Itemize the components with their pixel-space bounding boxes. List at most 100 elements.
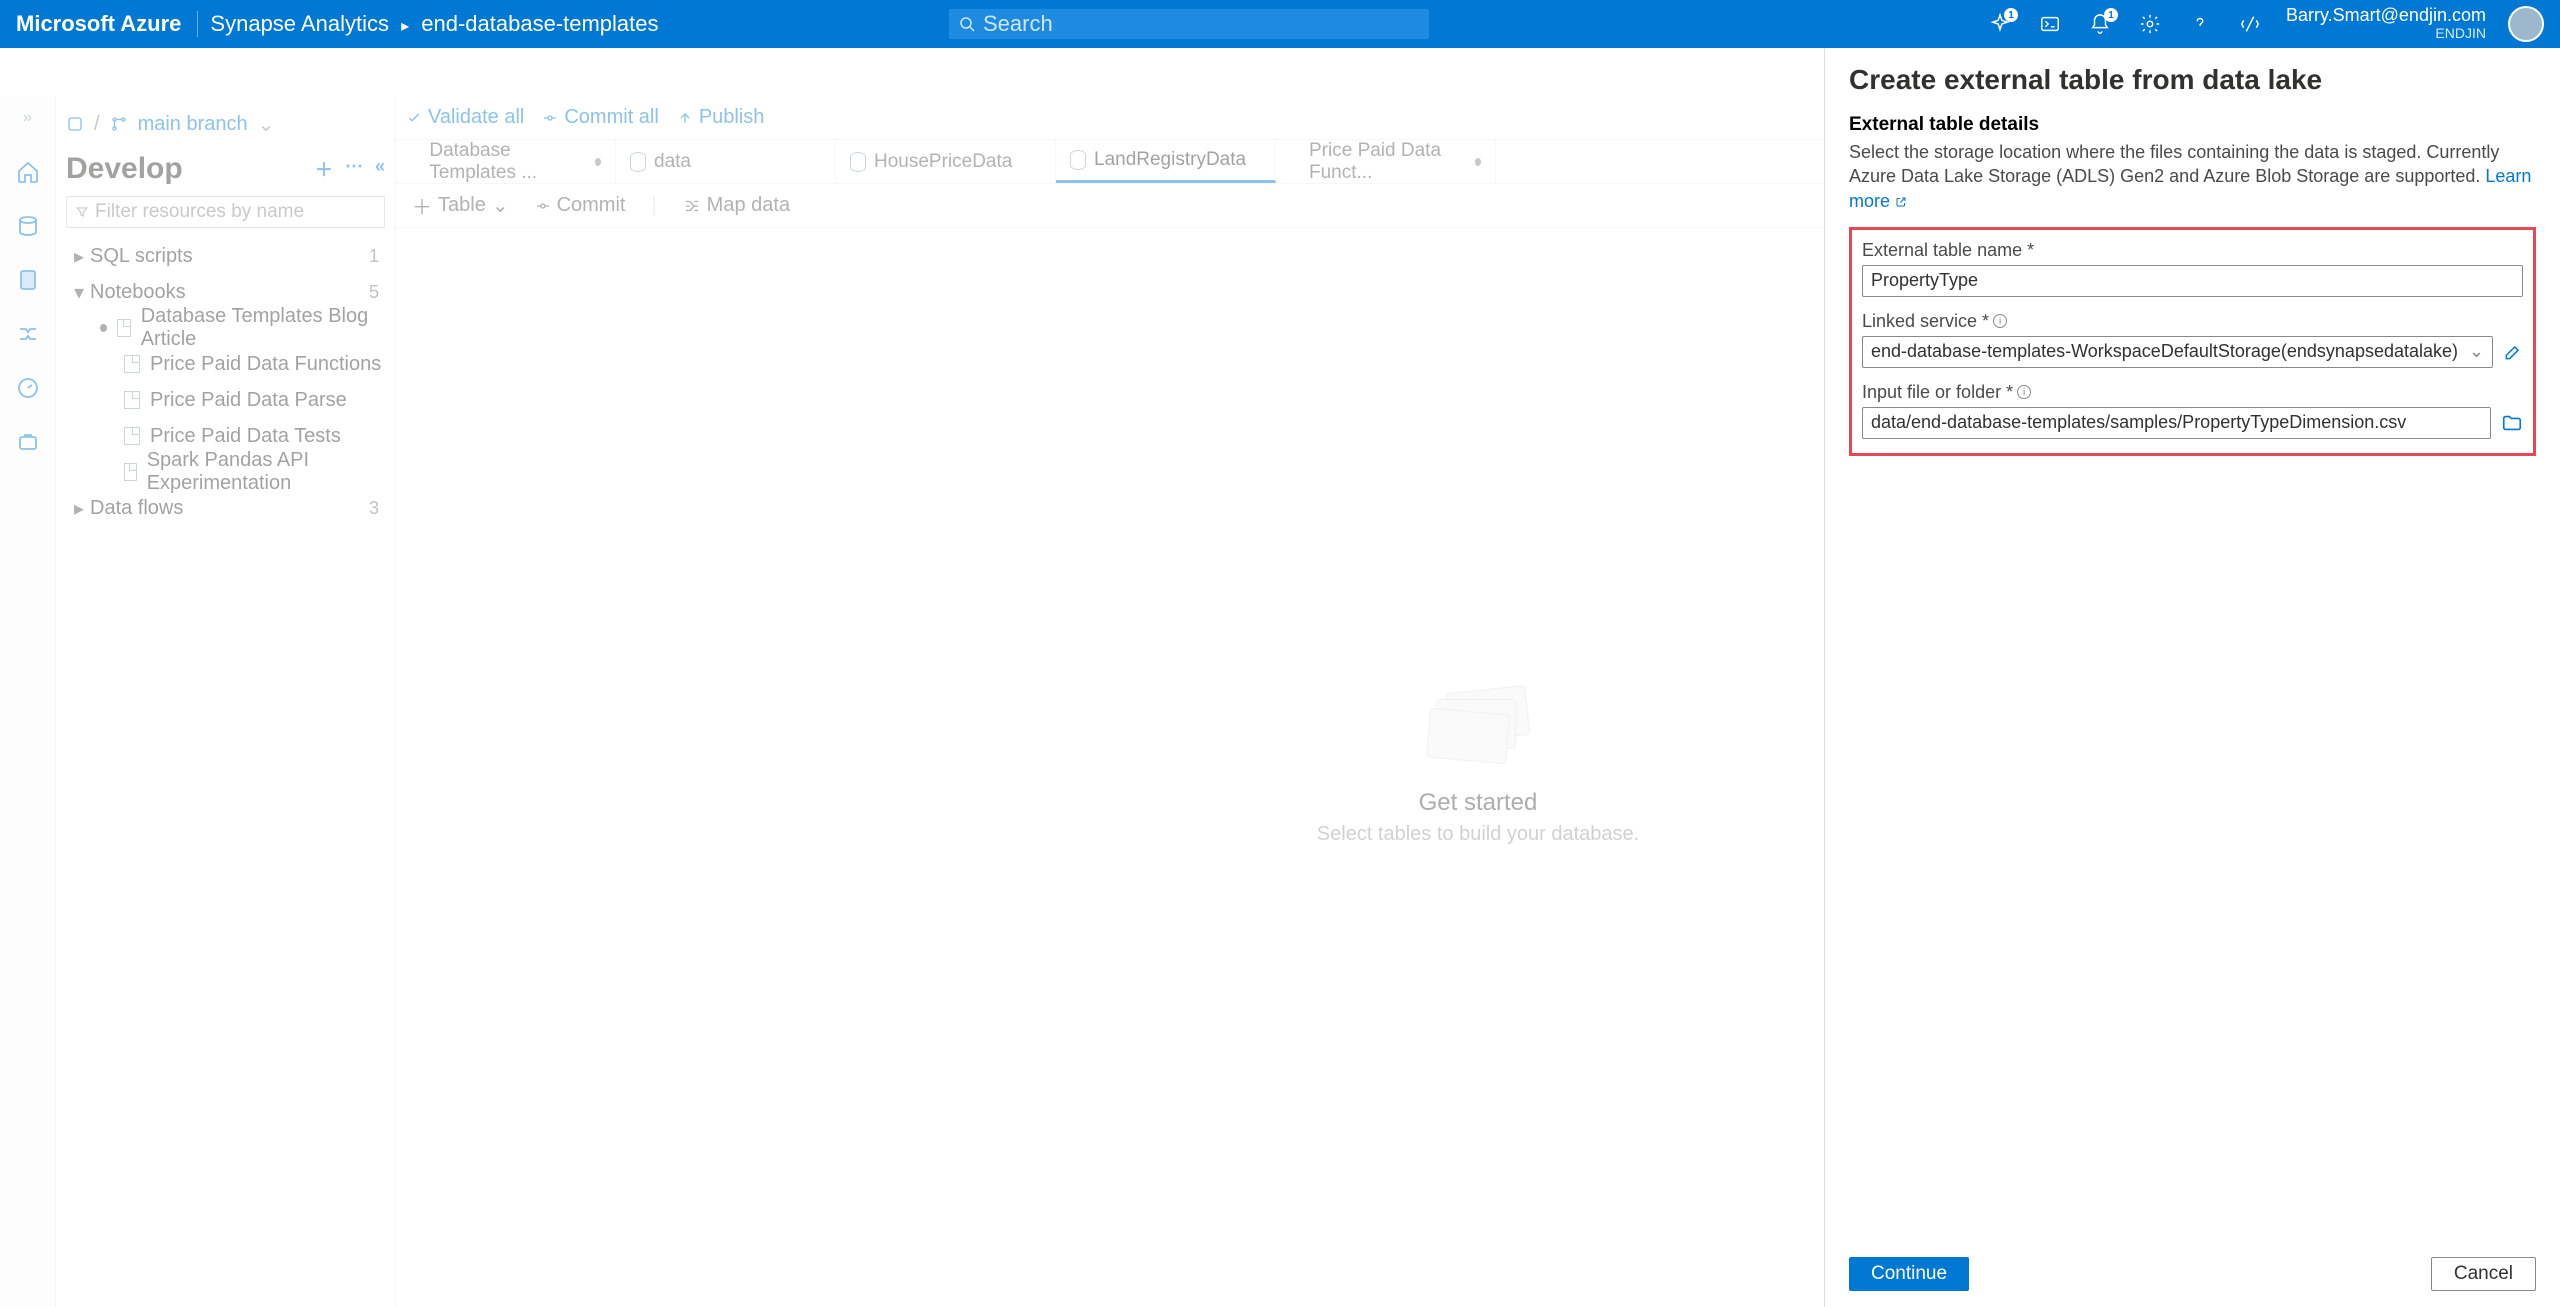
- tree-label: SQL scripts: [90, 245, 193, 268]
- tree-label: Data flows: [90, 497, 183, 520]
- feedback-icon[interactable]: [2236, 10, 2264, 38]
- tree-data-flows[interactable]: ▸ Data flows 3: [66, 490, 385, 526]
- tab-housepricedata[interactable]: HousePriceData: [836, 140, 1056, 183]
- manage-icon[interactable]: [12, 426, 44, 458]
- notifications-icon[interactable]: 1: [2086, 10, 2114, 38]
- map-data-button[interactable]: Map data: [683, 194, 790, 217]
- integrate-icon[interactable]: [12, 318, 44, 350]
- linked-service-label: Linked service *i: [1862, 311, 2523, 332]
- chevron-right-icon: ▸: [72, 496, 86, 521]
- cloud-shell-icon[interactable]: [2036, 10, 2064, 38]
- panel-section-desc: Select the storage location where the fi…: [1849, 140, 2536, 213]
- chevron-down-icon: ▾: [72, 280, 86, 305]
- tree-label: Spark Pandas API Experimentation: [147, 449, 385, 495]
- notifications-badge: 1: [2104, 8, 2118, 22]
- chevron-down-icon: ⌄: [2469, 341, 2484, 362]
- global-search[interactable]: Search: [949, 9, 1429, 39]
- linked-service-select[interactable]: end-database-templates-WorkspaceDefaultS…: [1862, 336, 2493, 368]
- add-resource-icon[interactable]: ＋: [315, 156, 333, 182]
- panel-title: Create external table from data lake: [1849, 64, 2536, 96]
- notebook-icon: [117, 319, 131, 337]
- tab-data[interactable]: data: [616, 140, 836, 183]
- home-icon[interactable]: [12, 156, 44, 188]
- cmd-label: Publish: [699, 106, 765, 129]
- desc-text: Select the storage location where the fi…: [1849, 142, 2499, 186]
- workspace-icon[interactable]: [66, 115, 84, 133]
- select-value: end-database-templates-WorkspaceDefaultS…: [1871, 341, 2458, 362]
- settings-icon[interactable]: [2136, 10, 2164, 38]
- empty-state-subtitle: Select tables to build your database.: [1317, 823, 1639, 846]
- develop-icon[interactable]: [12, 264, 44, 296]
- publish-button[interactable]: Publish: [677, 106, 765, 129]
- notebook-icon: [1290, 153, 1301, 170]
- tab-label: LandRegistryData: [1094, 149, 1246, 171]
- continue-button[interactable]: Continue: [1849, 1257, 1969, 1291]
- add-table-button[interactable]: ＋ Table ⌄: [412, 191, 509, 220]
- develop-title-text: Develop: [66, 152, 183, 186]
- tree-notebook-item[interactable]: Price Paid Data Functions: [66, 346, 385, 382]
- notebook-icon: [410, 153, 421, 170]
- separator: /: [94, 113, 100, 136]
- dirty-dot-icon: [595, 158, 601, 166]
- user-menu[interactable]: Barry.Smart@endjin.com ENDJIN: [2286, 6, 2486, 41]
- help-icon[interactable]: [2186, 10, 2214, 38]
- breadcrumb-service[interactable]: Synapse Analytics: [210, 11, 389, 36]
- tab-label: Database Templates ...: [429, 140, 586, 184]
- develop-heading: Develop ＋ ⋯ «: [66, 152, 385, 186]
- search-placeholder: Search: [983, 11, 1053, 37]
- commit-all-button[interactable]: Commit all: [542, 106, 658, 129]
- database-icon: [850, 152, 866, 172]
- cmd-label: Commit: [557, 194, 626, 217]
- branch-name[interactable]: main branch: [138, 113, 248, 136]
- notebook-icon: [124, 355, 140, 373]
- tree-count: 3: [369, 498, 385, 519]
- input-file-label: Input file or folder *i: [1862, 382, 2523, 403]
- database-icon: [630, 152, 646, 172]
- brand-label[interactable]: Microsoft Azure: [16, 11, 198, 37]
- tree-sql-scripts[interactable]: ▸ SQL scripts 1: [66, 238, 385, 274]
- monitor-icon[interactable]: [12, 372, 44, 404]
- commit-button[interactable]: Commit: [535, 194, 626, 217]
- chevron-down-icon[interactable]: ⌄: [258, 112, 275, 137]
- filter-input[interactable]: Filter resources by name: [66, 196, 385, 228]
- info-icon[interactable]: i: [1993, 314, 2007, 328]
- edit-icon[interactable]: [2503, 342, 2523, 362]
- user-tenant: ENDJIN: [2286, 26, 2486, 41]
- azure-top-bar: Microsoft Azure Synapse Analytics ▸ end-…: [0, 0, 2560, 48]
- dirty-dot-icon: [100, 324, 107, 332]
- external-table-name-input[interactable]: [1862, 265, 2523, 297]
- copilot-icon[interactable]: 1: [1986, 10, 2014, 38]
- browse-folder-icon[interactable]: [2501, 412, 2523, 434]
- tab-database-templates[interactable]: Database Templates ...: [396, 140, 616, 183]
- branch-icon[interactable]: [110, 115, 128, 133]
- empty-state-icon: [1428, 689, 1528, 759]
- external-table-name-label: External table name *: [1862, 240, 2523, 261]
- tab-label: HousePriceData: [874, 151, 1012, 173]
- data-hub-icon[interactable]: [12, 210, 44, 242]
- tree-notebook-item[interactable]: Spark Pandas API Experimentation: [66, 454, 385, 490]
- tree-notebook-item[interactable]: Database Templates Blog Article: [66, 310, 385, 346]
- tab-landregistrydata[interactable]: LandRegistryData: [1056, 140, 1276, 183]
- more-icon[interactable]: ⋯: [345, 156, 363, 182]
- info-icon[interactable]: i: [2017, 385, 2031, 399]
- user-email: Barry.Smart@endjin.com: [2286, 6, 2486, 26]
- avatar[interactable]: [2508, 6, 2544, 42]
- validate-all-button[interactable]: Validate all: [406, 106, 524, 129]
- dirty-dot-icon: [1475, 158, 1481, 166]
- collapse-panel-icon[interactable]: «: [375, 156, 385, 182]
- cancel-button[interactable]: Cancel: [2431, 1257, 2536, 1291]
- tab-label: data: [654, 151, 691, 173]
- tab-label: Price Paid Data Funct...: [1309, 140, 1467, 184]
- tab-price-paid-functions[interactable]: Price Paid Data Funct...: [1276, 140, 1496, 183]
- tree-count: 5: [369, 282, 385, 303]
- search-icon: [959, 16, 975, 32]
- panel-section-title: External table details: [1849, 114, 2536, 136]
- tree-notebook-item[interactable]: Price Paid Data Parse: [66, 382, 385, 418]
- rail-collapse-icon[interactable]: »: [12, 102, 44, 134]
- breadcrumb-workspace[interactable]: end-database-templates: [421, 11, 658, 36]
- filter-placeholder: Filter resources by name: [95, 201, 304, 223]
- input-file-input[interactable]: [1862, 407, 2491, 439]
- notebook-icon: [124, 463, 137, 481]
- cmd-label: Commit all: [564, 106, 658, 129]
- develop-panel: / main branch ⌄ Develop ＋ ⋯ « Filter res…: [56, 96, 396, 1307]
